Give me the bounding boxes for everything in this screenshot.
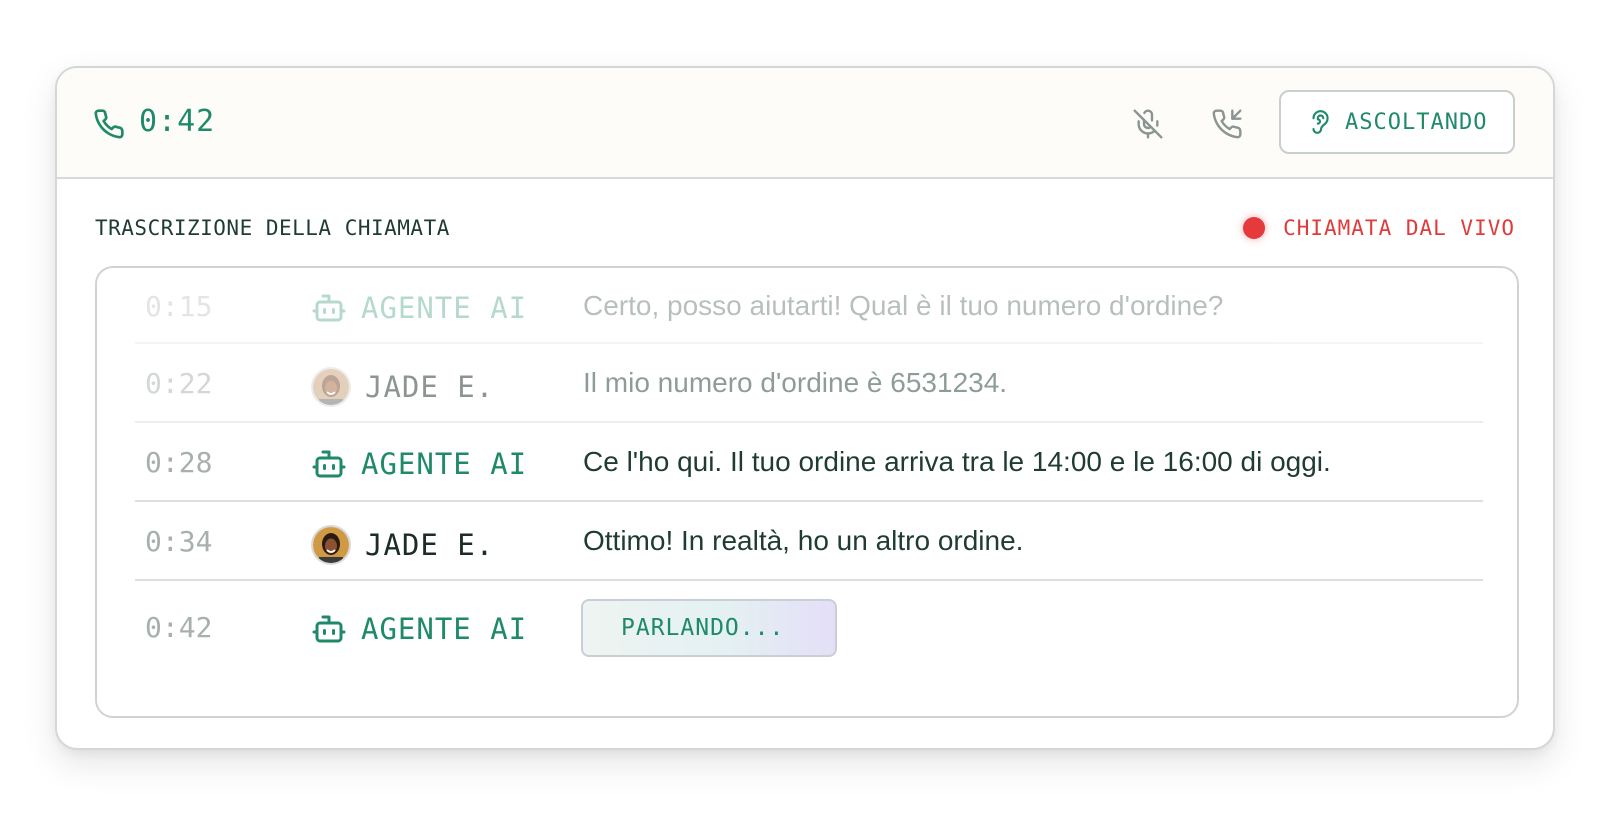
speaker-name: JADE E. xyxy=(365,370,495,404)
row-message: Certo, posso aiutarti! Qual è il tuo num… xyxy=(583,290,1224,321)
row-time: 0:22 xyxy=(145,367,213,400)
live-label: CHIAMATA DAL VIVO xyxy=(1283,216,1515,240)
row-message: Ottimo! In realtà, ho un altro ordine. xyxy=(583,525,1024,556)
ear-icon xyxy=(1312,110,1329,134)
listening-label: ASCOLTANDO xyxy=(1345,109,1488,135)
avatar xyxy=(311,525,351,565)
speaker-name: AGENTE AI xyxy=(361,447,528,481)
row-time: 0:28 xyxy=(145,446,213,479)
row-time: 0:15 xyxy=(145,290,213,323)
call-header: 0:42 ASCOLTANDO xyxy=(57,68,1553,179)
phone-icon xyxy=(94,109,124,139)
speaking-label: PARLANDO... xyxy=(621,615,785,641)
row-speaker: JADE E. xyxy=(311,525,494,565)
transcript-row: 0:22 JADE E. Il mio numero d'ordine è 65… xyxy=(135,344,1483,423)
live-indicator: CHIAMATA DAL VIVO xyxy=(1243,216,1515,240)
call-timer: 0:42 xyxy=(139,104,216,139)
row-time: 0:34 xyxy=(145,525,213,558)
transcript-row: 0:34 JADE E. Ottimo! In realtà, ho un al… xyxy=(135,502,1483,581)
mute-button[interactable] xyxy=(1130,106,1166,142)
row-message: Il mio numero d'ordine è 6531234. xyxy=(583,367,1008,398)
transcript-panel: 0:15 AGENTE AI Certo, posso aiutarti! Qu… xyxy=(95,266,1519,718)
transcript-row: 0:42 AGENTE AI PARLANDO... xyxy=(135,581,1483,673)
avatar xyxy=(311,367,351,407)
robot-icon xyxy=(312,294,346,322)
speaking-status-badge: PARLANDO... xyxy=(581,599,837,657)
call-card: 0:42 ASCOLTANDO TRASCRIZIONE DELLA CHIAM… xyxy=(55,66,1555,750)
transcript-row: 0:28 AGENTE AI Ce l'ho qui. Il tuo ordin… xyxy=(135,423,1483,502)
live-dot-icon xyxy=(1243,217,1266,239)
row-speaker: AGENTE AI xyxy=(311,446,527,482)
row-time: 0:42 xyxy=(145,611,213,644)
row-message: Ce l'ho qui. Il tuo ordine arriva tra le… xyxy=(583,446,1331,477)
speaker-name: JADE E. xyxy=(365,528,495,562)
robot-icon xyxy=(312,450,346,478)
transfer-button[interactable] xyxy=(1209,106,1245,142)
phone-transfer-icon xyxy=(1212,109,1242,139)
row-speaker: AGENTE AI xyxy=(311,290,527,326)
transcript-title: TRASCRIZIONE DELLA CHIAMATA xyxy=(95,216,450,240)
speaker-name: AGENTE AI xyxy=(361,612,528,646)
row-speaker: JADE E. xyxy=(311,367,494,407)
robot-icon xyxy=(312,615,346,643)
listening-button[interactable]: ASCOLTANDO xyxy=(1279,90,1515,154)
transcript-row: 0:15 AGENTE AI Certo, posso aiutarti! Qu… xyxy=(135,268,1483,344)
speaker-name: AGENTE AI xyxy=(361,291,528,325)
row-speaker: AGENTE AI xyxy=(311,611,527,647)
mic-off-icon xyxy=(1133,109,1163,139)
